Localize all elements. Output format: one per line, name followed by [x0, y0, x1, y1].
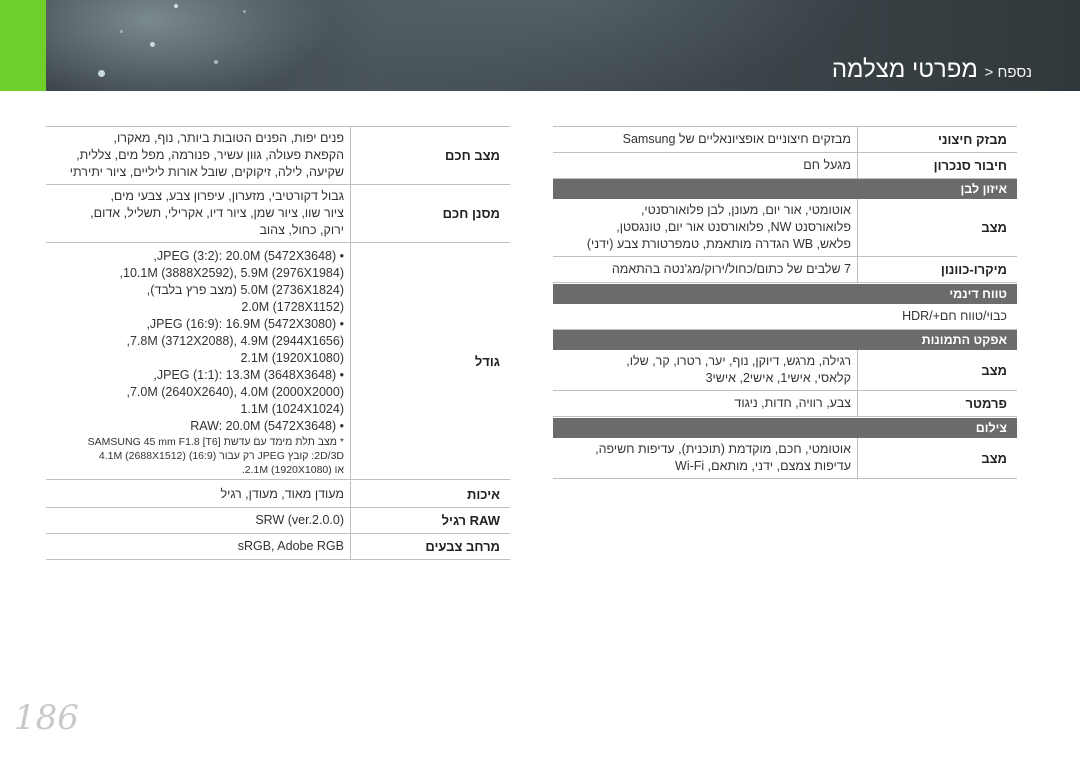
spec-row-effects-params: פרמטר צבע, רוויה, חדות, ניגוד [553, 391, 1017, 417]
row-label: מרחב צבעים [350, 534, 510, 559]
value-line: פלאש, WB הגדרה מותאמת, טמפרטורת צבע (ידנ… [586, 237, 851, 251]
footnote-line: 2D/3D: קובץ JPEG רק עבור (16:9) 4.1M (26… [98, 449, 344, 462]
spec-row-smart-mode: מצב חכם פנים יפות, הפנים הטובות ביותר, נ… [46, 127, 510, 185]
spec-row-raw: RAW רגיל SRW (ver.2.0.0) [46, 508, 510, 534]
row-label: מסנן חכם [350, 185, 510, 242]
page-header: נספח < מפרטי מצלמה [0, 0, 1080, 91]
row-label: מצב [857, 350, 1017, 390]
row-label: מצב חכם [350, 127, 510, 184]
value-line: 7.0M (2640X2640), 4.0M (2000X2000), [126, 384, 344, 399]
bokeh-light [174, 4, 178, 8]
value-line: • JPEG (3:2): 20.0M (5472X3648), [153, 248, 344, 263]
row-value: 7 שלבים של כתום/כחול/ירוק/מג'נטה בהתאמה [553, 257, 857, 282]
row-value: SRW (ver.2.0.0) [46, 508, 350, 533]
value-line: אוטומטי, חכם, מוקדמת (תוכנית), עדיפות חש… [595, 442, 851, 456]
value-line: ציור שוו, ציור שמן, ציור דיו, אקרילי, תש… [90, 206, 344, 220]
value-line: אוטומטי, אור יום, מעונן, לבן פלואורסנטי, [640, 203, 851, 217]
row-value: • JPEG (3:2): 20.0M (5472X3648), 10.1M (… [46, 243, 350, 479]
value-line: רגילה, מרגש, דיוקן, נוף, יער, רטרו, קר, … [626, 354, 851, 368]
value-line: 2.1M (1920X1080) [240, 350, 344, 365]
footnote-line: או 2.1M (1920X1080). [241, 463, 344, 476]
value-line: • RAW: 20.0M (5472X3648) [190, 418, 344, 433]
page-number: 186 [14, 698, 79, 738]
row-label: חיבור סנכרון [857, 153, 1017, 178]
footnote-line: * מצב תלת מימד עם עדשת SAMSUNG 45 mm F1.… [87, 435, 344, 448]
spec-row-effects-mode: מצב רגילה, מרגש, דיוקן, נוף, יער, רטרו, … [553, 350, 1017, 391]
spec-row-sync: חיבור סנכרון מגעל חם [553, 153, 1017, 179]
row-value: מבזקים חיצוניים אופציונאליים של Samsung [553, 127, 857, 152]
row-label: מצב [857, 199, 1017, 256]
value-line: 2.0M (1728X1152) [241, 299, 344, 314]
row-label: מיקרו-כוונון [857, 257, 1017, 282]
page-title: נספח < מפרטי מצלמה [832, 56, 1032, 84]
section-header-dynamic-range: טווח דינמי [553, 284, 1017, 304]
value-line: • JPEG (1:1): 13.3M (3648X3648), [153, 367, 344, 382]
value-text: 7 שלבים של כתום/כחול/ירוק/מג'נטה בהתאמה [611, 262, 851, 276]
row-value: sRGB, Adobe RGB [46, 534, 350, 559]
value-line: ירוק, כחול, צהוב [259, 223, 344, 237]
value-text: מגעל חם [803, 158, 851, 172]
spec-row-shooting-mode: מצב אוטומטי, חכם, מוקדמת (תוכנית), עדיפו… [553, 438, 1017, 479]
value-line: גבול דקורטיבי, מזערון, עיפרון צבע, צבעי … [110, 189, 344, 203]
row-value: מגעל חם [553, 153, 857, 178]
value-line: קלאסי, אישי1, אישי2, אישי3 [705, 371, 851, 385]
spec-row-external-flash: מבזק חיצוני מבזקים חיצוניים אופציונאליים… [553, 127, 1017, 153]
row-value: פנים יפות, הפנים הטובות ביותר, נוף, מאקר… [46, 127, 350, 184]
value-text: כבוי/טווח חם+/HDR [902, 309, 1007, 323]
row-value: אוטומטי, אור יום, מעונן, לבן פלואורסנטי,… [553, 199, 857, 256]
value-line: פנים יפות, הפנים הטובות ביותר, נוף, מאקר… [113, 131, 344, 145]
row-label: איכות [350, 481, 510, 507]
value-text: צבע, רוויה, חדות, ניגוד [734, 396, 851, 410]
value-line: 10.1M (3888X2592), 5.9M (2976X1984), [119, 265, 344, 280]
row-label: גודל [350, 243, 510, 479]
value-line: פלואורסנט NW, פלואורסנט אור יום, טונגסטן… [616, 220, 851, 234]
section-header-shooting: צילום [553, 418, 1017, 438]
row-value: צבע, רוויה, חדות, ניגוד [553, 391, 857, 416]
value-line: • JPEG (16:9): 16.9M (5472X3080), [146, 316, 344, 331]
bokeh-light [98, 70, 105, 77]
spec-row-quality: איכות מעודן מאוד, מעודן, רגיל [46, 481, 510, 508]
value-line: 7.8M (3712X2088), 4.9M (2944X1656), [126, 333, 344, 348]
spec-row-wb-mode: מצב אוטומטי, אור יום, מעונן, לבן פלואורס… [553, 199, 1017, 257]
section-header-white-balance: איזון לבן [553, 179, 1017, 199]
row-label: מצב [857, 438, 1017, 478]
row-label: מבזק חיצוני [857, 127, 1017, 152]
breadcrumb: נספח < [984, 64, 1032, 81]
spec-table-right: מבזק חיצוני מבזקים חיצוניים אופציונאליים… [553, 126, 1017, 479]
section-header-photo-effects: אפקט התמונות [553, 330, 1017, 350]
value-text: SRW (ver.2.0.0) [255, 513, 344, 527]
value-text: מבזקים חיצוניים אופציונאליים של Samsung [622, 132, 851, 146]
spec-row-size: גודל • JPEG (3:2): 20.0M (5472X3648), 10… [46, 243, 510, 480]
value-line: 1.1M (1024X1024) [240, 401, 344, 416]
row-value: אוטומטי, חכם, מוקדמת (תוכנית), עדיפות חש… [553, 438, 857, 478]
bokeh-light [214, 60, 218, 64]
value-text: sRGB, Adobe RGB [237, 539, 344, 553]
spec-table-left: מצב חכם פנים יפות, הפנים הטובות ביותר, נ… [46, 126, 510, 560]
spec-row-micro-adjust: מיקרו-כוונון 7 שלבים של כתום/כחול/ירוק/מ… [553, 257, 1017, 283]
spec-row-dynamic-range: כבוי/טווח חם+/HDR [553, 304, 1017, 330]
value-line: עדיפות צמצם, ידני, מותאם, Wi-Fi [675, 459, 851, 473]
value-line: שקיעה, לילה, זיקוקים, שובל אורות ליליים,… [69, 165, 344, 179]
spec-row-smart-filter: מסנן חכם גבול דקורטיבי, מזערון, עיפרון צ… [46, 185, 510, 243]
row-value: גבול דקורטיבי, מזערון, עיפרון צבע, צבעי … [46, 185, 350, 242]
row-label: RAW רגיל [350, 508, 510, 533]
bokeh-light [243, 10, 246, 13]
value-line: הקפאת פעולה, גוון עשיר, פנורמה, מפל מים,… [76, 148, 344, 162]
value-line: 5.0M (2736X1824) (מצב פרץ בלבד), [146, 282, 344, 297]
row-value: מעודן מאוד, מעודן, רגיל [46, 481, 350, 507]
section-title: מפרטי מצלמה [831, 56, 978, 83]
bokeh-light [150, 42, 155, 47]
row-value: רגילה, מרגש, דיוקן, נוף, יער, רטרו, קר, … [553, 350, 857, 390]
bokeh-light [120, 30, 123, 33]
spec-row-color-space: מרחב צבעים sRGB, Adobe RGB [46, 534, 510, 560]
row-value: כבוי/טווח חם+/HDR [553, 304, 1017, 329]
value-text: מעודן מאוד, מעודן, רגיל [220, 486, 344, 501]
row-label: פרמטר [857, 391, 1017, 416]
chapter-tab [0, 0, 46, 91]
